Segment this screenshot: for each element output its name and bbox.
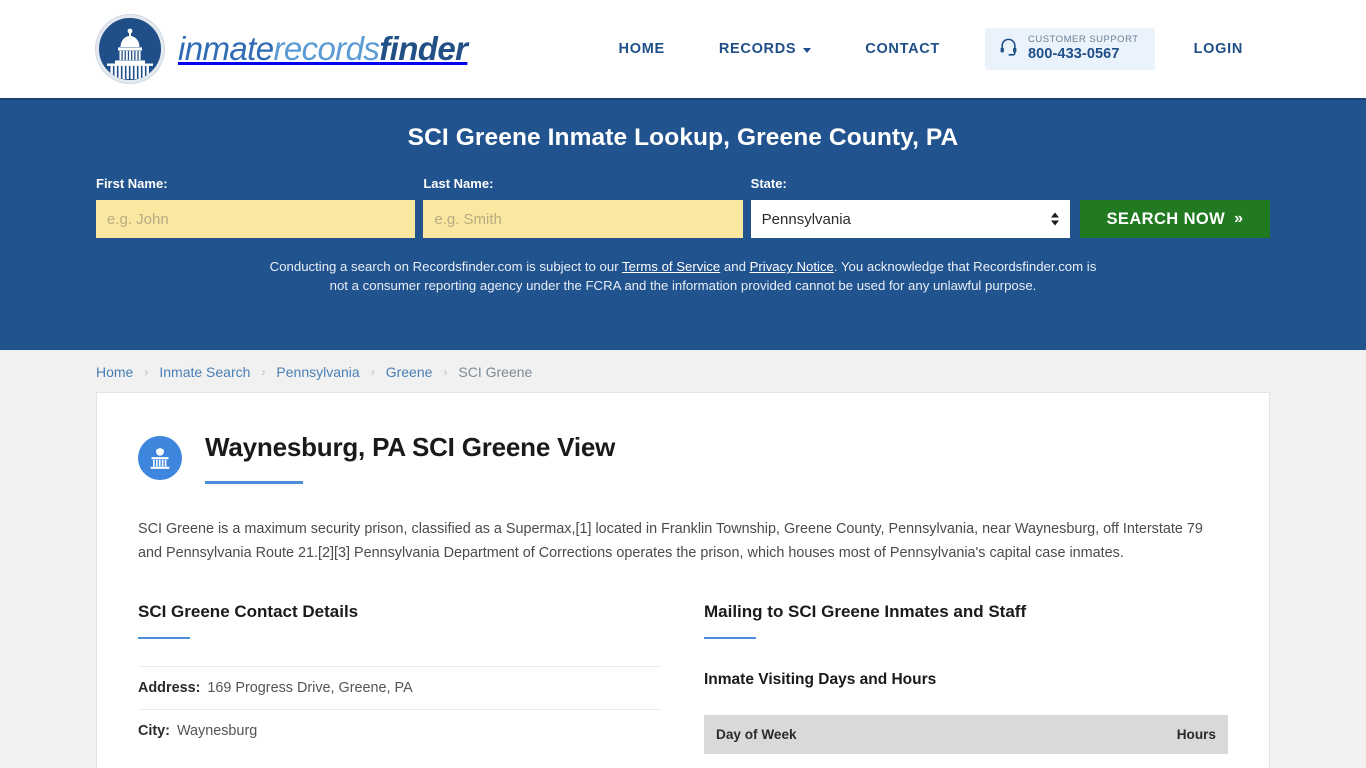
- site-header: inmaterecordsfinder HOME RECORDS CONTACT: [0, 0, 1366, 98]
- title-accent-rule: [205, 480, 303, 484]
- nav-item-home-label: HOME: [618, 41, 665, 57]
- brand-part-2: records: [273, 30, 380, 67]
- chevron-down-icon: [803, 47, 812, 53]
- support-phone-number: 800-433-0567: [1027, 46, 1120, 63]
- customer-support-button[interactable]: CUSTOMER SUPPORT 800-433-0567: [984, 28, 1155, 70]
- breadcrumb-separator: ›: [443, 365, 448, 379]
- inmate-search-form: First Name: Last Name: State: Pennsylvan…: [96, 176, 1270, 238]
- nav-item-home[interactable]: HOME: [592, 41, 692, 57]
- facility-title: Waynesburg, PA SCI Greene View: [205, 432, 616, 462]
- facility-header: Waynesburg, PA SCI Greene View: [138, 432, 1228, 484]
- search-now-button[interactable]: SEARCH NOW »: [1079, 200, 1270, 238]
- detail-label-address: Address:: [138, 680, 201, 697]
- support-label: CUSTOMER SUPPORT: [1027, 34, 1139, 46]
- state-label: State:: [750, 176, 787, 191]
- nav-item-records[interactable]: RECORDS: [692, 41, 838, 57]
- double-chevron-right-icon: »: [1234, 210, 1244, 227]
- first-name-input[interactable]: [96, 200, 416, 238]
- column-header-day-of-week: Day of Week: [704, 715, 966, 755]
- main-navigation: HOME RECORDS CONTACT CUSTOMER SUPPORT 80…: [592, 28, 1270, 70]
- nav-item-records-label: RECORDS: [718, 41, 797, 57]
- prison-building-icon: [138, 436, 182, 480]
- hero-search-section: SCI Greene Inmate Lookup, Greene County,…: [0, 98, 1366, 350]
- content-wrapper: Waynesburg, PA SCI Greene View SCI Green…: [0, 392, 1366, 768]
- mailing-column: Mailing to SCI Greene Inmates and Staff …: [704, 602, 1228, 755]
- breadcrumb-separator: ›: [261, 365, 266, 379]
- state-select[interactable]: Pennsylvania: [750, 200, 1070, 238]
- mailing-title: Mailing to SCI Greene Inmates and Staff: [704, 601, 1027, 621]
- facility-title-block: Waynesburg, PA SCI Greene View: [205, 432, 616, 484]
- detail-value-address: 169 Progress Drive, Greene, PA: [207, 680, 413, 697]
- first-name-field-group: First Name:: [96, 176, 416, 238]
- visiting-hours-subtitle: Inmate Visiting Days and Hours: [704, 671, 937, 689]
- section-accent-rule: [704, 636, 756, 640]
- state-select-wrapper: Pennsylvania: [750, 200, 1070, 238]
- privacy-notice-link[interactable]: Privacy Notice: [750, 259, 834, 274]
- brand-wordmark: inmaterecordsfinder: [178, 30, 468, 68]
- last-name-field-group: Last Name:: [423, 176, 743, 238]
- capitol-dome-icon: [96, 15, 164, 83]
- breadcrumb-separator: ›: [370, 365, 375, 379]
- search-now-label: SEARCH NOW: [1106, 209, 1226, 228]
- disclaimer-part-1: Conducting a search on Recordsfinder.com…: [269, 259, 623, 274]
- breadcrumb-separator: ›: [144, 365, 149, 379]
- nav-item-contact[interactable]: CONTACT: [838, 41, 967, 57]
- nav-item-login[interactable]: LOGIN: [1167, 41, 1270, 57]
- detail-label-city: City:: [138, 723, 170, 740]
- brand-part-3: finder: [379, 30, 468, 67]
- detail-row-city: City: Waynesburg: [138, 709, 662, 752]
- page-title: SCI Greene Inmate Lookup, Greene County,…: [407, 124, 959, 151]
- disclaimer-mid: and: [720, 259, 750, 274]
- breadcrumb-item-current: SCI Greene: [458, 364, 533, 380]
- terms-of-service-link[interactable]: Terms of Service: [622, 259, 720, 274]
- last-name-input[interactable]: [423, 200, 743, 238]
- breadcrumb-item-pennsylvania[interactable]: Pennsylvania: [276, 364, 359, 380]
- breadcrumb: Home › Inmate Search › Pennsylvania › Gr…: [0, 350, 1366, 392]
- detail-row-address: Address: 169 Progress Drive, Greene, PA: [138, 666, 662, 709]
- table-header-row: Day of Week Hours: [704, 715, 1228, 755]
- support-text: CUSTOMER SUPPORT 800-433-0567: [1027, 34, 1139, 63]
- column-header-hours: Hours: [966, 715, 1228, 755]
- visiting-hours-table: Day of Week Hours: [704, 715, 1228, 755]
- breadcrumb-item-inmate-search[interactable]: Inmate Search: [159, 364, 250, 380]
- search-disclaimer: Conducting a search on Recordsfinder.com…: [263, 258, 1103, 295]
- nav-item-login-label: LOGIN: [1193, 41, 1243, 57]
- contact-details-title: SCI Greene Contact Details: [138, 601, 359, 621]
- contact-detail-list: Address: 169 Progress Drive, Greene, PA C…: [138, 666, 662, 752]
- site-logo-link[interactable]: inmaterecordsfinder: [96, 15, 468, 83]
- breadcrumb-item-greene[interactable]: Greene: [386, 364, 433, 380]
- nav-item-contact-label: CONTACT: [865, 41, 940, 57]
- section-accent-rule: [138, 636, 190, 640]
- facility-detail-card: Waynesburg, PA SCI Greene View SCI Green…: [96, 392, 1270, 768]
- first-name-label: First Name:: [96, 176, 168, 191]
- contact-details-column: SCI Greene Contact Details Address: 169 P…: [138, 602, 662, 755]
- breadcrumb-item-home[interactable]: Home: [96, 364, 133, 380]
- brand-part-1: inmate: [178, 30, 274, 67]
- facility-description: SCI Greene is a maximum security prison,…: [138, 520, 1203, 561]
- detail-value-city: Waynesburg: [176, 723, 258, 740]
- last-name-label: Last Name:: [423, 176, 494, 191]
- state-field-group: State: Pennsylvania: [750, 176, 1070, 238]
- headset-icon: [999, 37, 1018, 61]
- visiting-hours-table-head: Day of Week Hours: [704, 715, 1228, 755]
- detail-columns: SCI Greene Contact Details Address: 169 P…: [138, 602, 1228, 755]
